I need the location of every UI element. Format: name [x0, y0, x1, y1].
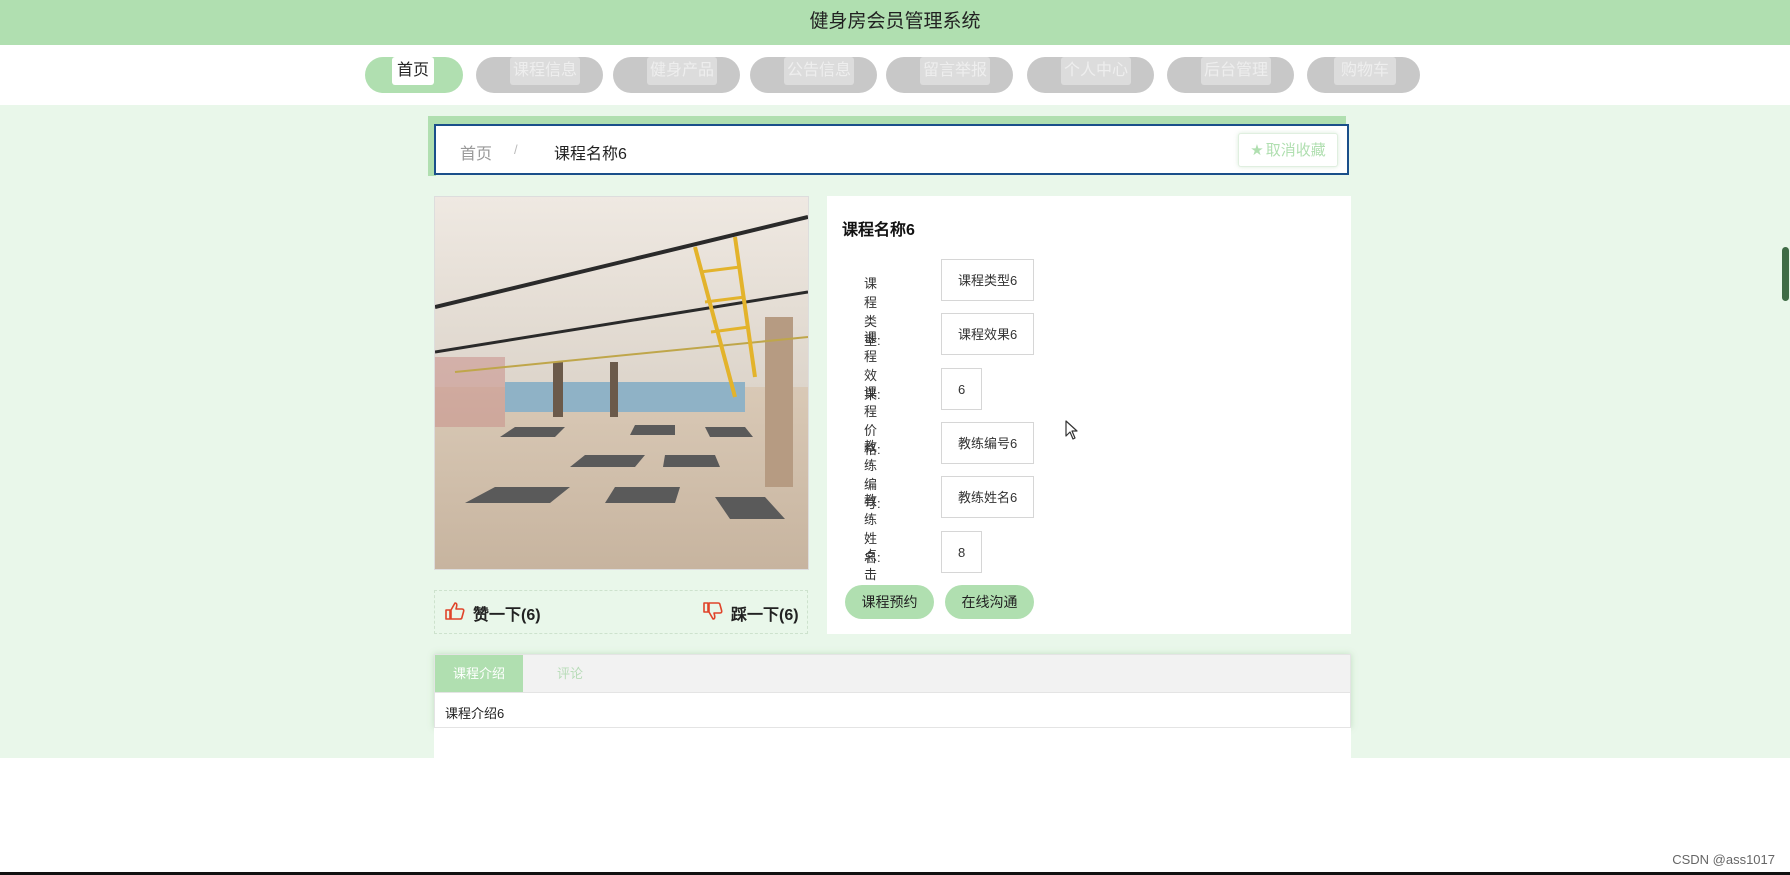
- thumbs-down-icon: [703, 601, 723, 625]
- book-course-button[interactable]: 课程预约: [845, 585, 934, 619]
- nav-notices[interactable]: 公告信息: [750, 57, 877, 93]
- scrollbar-thumb[interactable]: [1782, 247, 1789, 301]
- watermark: CSDN @ass1017: [1672, 852, 1775, 867]
- gym-interior-illustration: [435, 197, 808, 569]
- tab-comments[interactable]: 评论: [523, 655, 617, 692]
- tab-header: 课程介绍 评论: [435, 655, 1350, 693]
- nav-messages-label: 留言举报: [920, 57, 990, 85]
- field-value: 课程效果6: [941, 313, 1035, 355]
- dislike-button[interactable]: 踩一下(6): [703, 601, 799, 625]
- content-continuation: [434, 728, 1351, 758]
- nav-products[interactable]: 健身产品: [613, 57, 740, 93]
- breadcrumb-accent-top: [428, 116, 1346, 124]
- field-value: 6: [941, 368, 983, 410]
- nav-courses[interactable]: 课程信息: [476, 57, 603, 93]
- vote-bar: 赞一下(6) 踩一下(6): [434, 590, 808, 634]
- breadcrumb-current: 课程名称6: [554, 146, 627, 163]
- nav-profile-label: 个人中心: [1061, 57, 1131, 85]
- course-title: 课程名称6: [842, 222, 915, 239]
- nav-admin[interactable]: 后台管理: [1167, 57, 1294, 93]
- nav-courses-label: 课程信息: [510, 57, 580, 85]
- course-image: [434, 196, 809, 570]
- nav-profile[interactable]: 个人中心: [1027, 57, 1154, 93]
- online-chat-button[interactable]: 在线沟通: [945, 585, 1034, 619]
- dislike-label: 踩一下(6): [731, 607, 799, 624]
- like-button[interactable]: 赞一下(6): [445, 601, 541, 625]
- field-value: 教练姓名6: [941, 476, 1035, 518]
- nav-notices-label: 公告信息: [784, 57, 854, 85]
- nav-products-label: 健身产品: [647, 57, 717, 85]
- nav-cart-label: 购物车: [1334, 57, 1396, 85]
- breadcrumb: 首页 / 课程名称6 ★ 取消收藏: [434, 124, 1349, 175]
- mouse-cursor-icon: [1065, 420, 1079, 445]
- nav-admin-label: 后台管理: [1201, 57, 1271, 85]
- nav-messages[interactable]: 留言举报: [886, 57, 1013, 93]
- like-label: 赞一下(6): [473, 607, 541, 624]
- field-value: 教练编号6: [941, 422, 1035, 464]
- thumbs-up-icon: [445, 601, 465, 625]
- breadcrumb-separator: /: [514, 142, 518, 157]
- course-info-panel: 课程名称6 课程类型: 课程类型6 课程效果: 课程效果6 课程价格: 6 教练…: [827, 196, 1351, 634]
- star-icon: ★: [1250, 142, 1264, 159]
- breadcrumb-home-link[interactable]: 首页: [460, 140, 492, 164]
- app-header: 健身房会员管理系统: [0, 0, 1790, 45]
- app-title: 健身房会员管理系统: [809, 11, 981, 32]
- nav-home-label: 首页: [392, 57, 434, 85]
- nav-home[interactable]: 首页: [365, 57, 463, 93]
- field-value: 课程类型6: [941, 259, 1035, 301]
- unfavorite-button[interactable]: ★ 取消收藏: [1238, 133, 1338, 167]
- unfavorite-label: 取消收藏: [1265, 142, 1326, 159]
- main-nav: 首页 课程信息 健身产品 公告信息 留言举报 个人中心 后台管理 购物车: [0, 45, 1790, 105]
- tab-content: 课程介绍6: [445, 706, 505, 721]
- nav-cart[interactable]: 购物车: [1307, 57, 1420, 93]
- field-value: 8: [941, 531, 983, 573]
- course-tabs: 课程介绍 评论 课程介绍6: [434, 654, 1351, 728]
- tab-course-intro[interactable]: 课程介绍: [435, 655, 523, 692]
